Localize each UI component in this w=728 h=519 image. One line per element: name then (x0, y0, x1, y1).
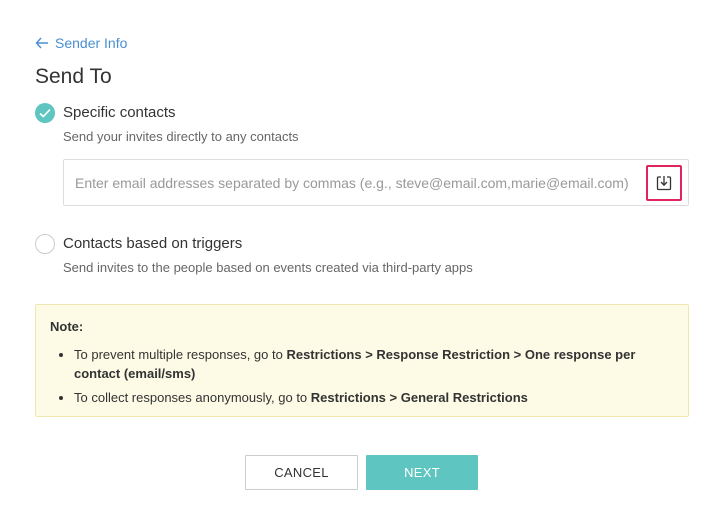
email-addresses-field (63, 159, 689, 206)
radio-specific-contacts[interactable] (35, 103, 55, 123)
import-contacts-button[interactable] (646, 165, 682, 201)
option-specific-contacts[interactable]: Specific contacts Send your invites dire… (35, 102, 299, 144)
note-box: Note: To prevent multiple responses, go … (35, 304, 689, 417)
option-description: Send your invites directly to any contac… (63, 129, 299, 144)
radio-contacts-triggers[interactable] (35, 234, 55, 254)
note-item-path: Restrictions > General Restrictions (310, 390, 528, 405)
next-button[interactable]: NEXT (366, 455, 478, 490)
back-link-label: Sender Info (55, 35, 128, 51)
note-item: To collect responses anonymously, go to … (50, 388, 674, 407)
email-addresses-input[interactable] (75, 174, 645, 191)
note-item-text: To prevent multiple responses, go to (74, 347, 287, 362)
option-contacts-triggers[interactable]: Contacts based on triggers Send invites … (35, 233, 473, 275)
cancel-button[interactable]: CANCEL (245, 455, 358, 490)
note-list: To prevent multiple responses, go to Res… (50, 345, 674, 407)
option-title: Contacts based on triggers (63, 235, 243, 252)
check-icon (39, 108, 51, 118)
arrow-left-icon (35, 37, 48, 49)
option-description: Send invites to the people based on even… (63, 260, 473, 275)
page-title: Send To (35, 65, 112, 88)
import-icon (656, 176, 672, 191)
note-title: Note: (50, 319, 84, 334)
note-item-text: To collect responses anonymously, go to (74, 390, 311, 405)
option-title: Specific contacts (63, 104, 176, 121)
note-item: To prevent multiple responses, go to Res… (50, 345, 674, 383)
back-link-sender-info[interactable]: Sender Info (35, 35, 127, 51)
